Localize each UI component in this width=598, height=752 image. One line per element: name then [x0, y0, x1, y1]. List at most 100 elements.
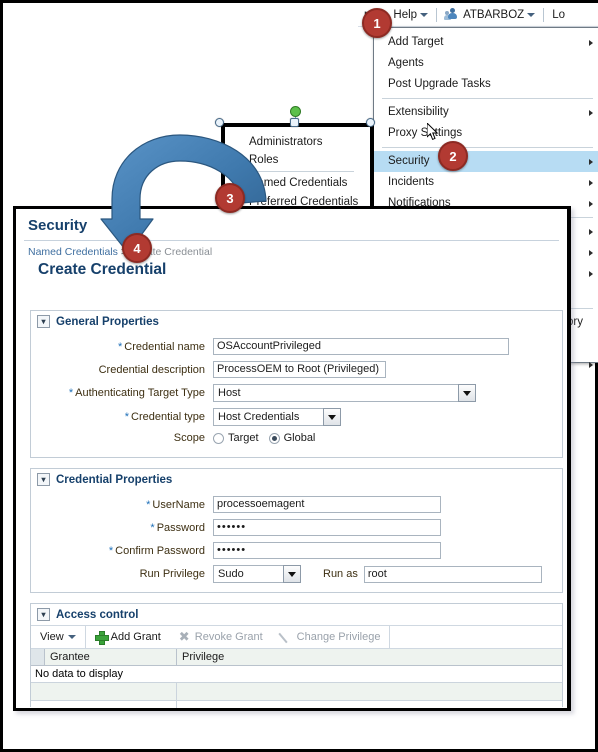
- add-grant-label: Add Grant: [110, 631, 161, 643]
- toolbar-divider: [543, 7, 545, 22]
- field-credential-description: Credential description ProcessOEM to Roo…: [31, 361, 562, 378]
- view-menu-label: View: [40, 631, 64, 643]
- credential-type-value: Host Credentials: [213, 408, 323, 426]
- chevron-down-icon: [527, 12, 536, 17]
- collapse-toggle-icon[interactable]: [37, 315, 50, 328]
- user-menu-button[interactable]: ATBARBOZ: [439, 3, 541, 26]
- credential-name-input[interactable]: OSAccountPrivileged: [213, 338, 509, 355]
- menu-separator: [382, 98, 593, 99]
- menu-item-security[interactable]: Security: [374, 151, 598, 172]
- run-privilege-label: Run Privilege: [139, 568, 205, 580]
- mouse-cursor-icon: [427, 123, 439, 141]
- table-row: [31, 683, 562, 701]
- field-scope: Scope Target Global: [31, 432, 562, 444]
- dropdown-arrow-icon[interactable]: [458, 384, 476, 402]
- confirm-password-label: * Confirm Password: [108, 544, 205, 557]
- general-properties-section: General Properties *Credential name OSAc…: [30, 310, 563, 458]
- field-username: * UserName processoemagent: [31, 496, 562, 513]
- scope-target-label: Target: [228, 432, 259, 444]
- help-menu-button[interactable]: Help: [387, 3, 434, 26]
- credential-properties-header[interactable]: Credential Properties: [31, 469, 562, 490]
- required-marker: *: [68, 387, 74, 399]
- user-name-label: ATBARBOZ: [463, 8, 525, 21]
- toolbar-divider: [389, 626, 391, 648]
- view-menu-button[interactable]: View: [31, 626, 85, 648]
- credential-description-input[interactable]: ProcessOEM to Root (Privileged): [213, 361, 386, 378]
- menu-separator: [382, 147, 593, 148]
- required-marker: *: [124, 411, 129, 423]
- user-avatar-icon: [444, 8, 460, 21]
- username-input[interactable]: processoemagent: [213, 496, 441, 513]
- scope-target-radio[interactable]: [213, 432, 224, 444]
- menu-item-proxy-settings[interactable]: Proxy Settings: [374, 123, 598, 144]
- menu-item-label: Extensibility: [388, 106, 449, 118]
- required-marker: *: [118, 340, 123, 353]
- field-credential-type: * Credential type Host Credentials: [31, 408, 562, 426]
- collapse-toggle-icon[interactable]: [37, 473, 50, 486]
- logout-link[interactable]: Lo: [546, 3, 571, 26]
- revoke-icon: ✖: [178, 629, 190, 644]
- chevron-down-icon: [67, 635, 76, 639]
- submenu-arrow-icon: [589, 39, 593, 46]
- access-control-title: Access control: [56, 608, 139, 621]
- chevron-down-icon: [420, 12, 429, 17]
- column-header-privilege[interactable]: Privilege: [177, 651, 562, 663]
- run-privilege-select[interactable]: Sudo: [213, 565, 301, 583]
- dropdown-arrow-icon[interactable]: [283, 565, 301, 583]
- resize-handle-ne[interactable]: [366, 118, 375, 127]
- add-grant-button[interactable]: Add Grant: [86, 626, 170, 648]
- general-properties-header[interactable]: General Properties: [31, 311, 562, 332]
- username-label: * UserName: [146, 498, 205, 511]
- submenu-arrow-icon: [589, 270, 593, 277]
- resize-handle-nw[interactable]: [215, 118, 224, 127]
- screenshot-root: p Help ATBARBOZ Lo Add Target Agents Post …: [0, 0, 598, 752]
- table-header-row: Grantee Privilege: [31, 649, 562, 666]
- top-toolbar: p Help ATBARBOZ Lo: [358, 3, 598, 27]
- submenu-arrow-icon: [589, 361, 593, 368]
- menu-item-agents[interactable]: Agents: [374, 53, 598, 74]
- menu-item-add-target[interactable]: Add Target: [374, 32, 598, 53]
- menu-item-label: Incidents: [388, 176, 435, 188]
- credential-type-select[interactable]: Host Credentials: [213, 408, 341, 426]
- dropdown-arrow-icon[interactable]: [323, 408, 341, 426]
- table-row: [31, 701, 562, 708]
- field-credential-name: * Credential name OSAccountPrivileged: [31, 338, 562, 355]
- menu-item-label: Add Target: [388, 36, 444, 48]
- field-confirm-password: * Confirm Password ••••••: [31, 542, 562, 559]
- run-as-input[interactable]: root: [363, 565, 542, 583]
- security-page-panel: Security Named Credentials > Create Cred…: [13, 206, 571, 711]
- change-privilege-label: Change Privilege: [296, 631, 381, 643]
- auth-target-type-label: * Authenticating Target Type: [68, 387, 205, 399]
- field-run-privilege: Run Privilege Sudo Run as root: [31, 565, 562, 583]
- revoke-grant-button[interactable]: ✖ Revoke Grant: [170, 626, 272, 648]
- scope-radio-group[interactable]: Target Global: [213, 432, 315, 444]
- menu-item-post-upgrade-tasks[interactable]: Post Upgrade Tasks: [374, 74, 598, 95]
- revoke-grant-label: Revoke Grant: [194, 631, 263, 643]
- confirm-password-input[interactable]: ••••••: [213, 542, 441, 559]
- resize-handle-n[interactable]: [290, 118, 299, 127]
- submenu-arrow-icon: [589, 179, 593, 186]
- credential-name-label: * Credential name: [118, 340, 205, 353]
- plus-icon: [94, 631, 109, 645]
- scope-global-radio[interactable]: [268, 432, 280, 444]
- submenu-arrow-icon: [589, 109, 593, 116]
- menu-item-extensibility[interactable]: Extensibility: [374, 102, 598, 123]
- callout-badge-2: 2: [438, 141, 468, 171]
- scope-label: Scope: [173, 432, 205, 444]
- run-as-label: Run as: [323, 568, 358, 580]
- menu-item-incidents[interactable]: Incidents: [374, 172, 598, 193]
- access-control-section: Access control View Add Grant ✖ Revoke G…: [30, 603, 563, 708]
- credential-properties-title: Credential Properties: [56, 473, 173, 486]
- rotation-handle[interactable]: [290, 106, 301, 117]
- column-header-grantee[interactable]: Grantee: [45, 649, 177, 665]
- credential-properties-section: Credential Properties *UserName processo…: [30, 468, 563, 593]
- change-privilege-button[interactable]: Change Privilege: [272, 626, 390, 648]
- required-marker: *: [150, 521, 155, 534]
- auth-target-type-select[interactable]: Host: [213, 384, 476, 402]
- access-control-header[interactable]: Access control: [31, 604, 562, 625]
- field-auth-target-type: * Authenticating Target Type Host: [31, 384, 562, 402]
- collapse-toggle-icon[interactable]: [37, 608, 50, 621]
- password-input[interactable]: ••••••: [213, 519, 441, 536]
- credential-description-label: Credential description: [98, 363, 205, 376]
- required-marker: *: [108, 544, 114, 557]
